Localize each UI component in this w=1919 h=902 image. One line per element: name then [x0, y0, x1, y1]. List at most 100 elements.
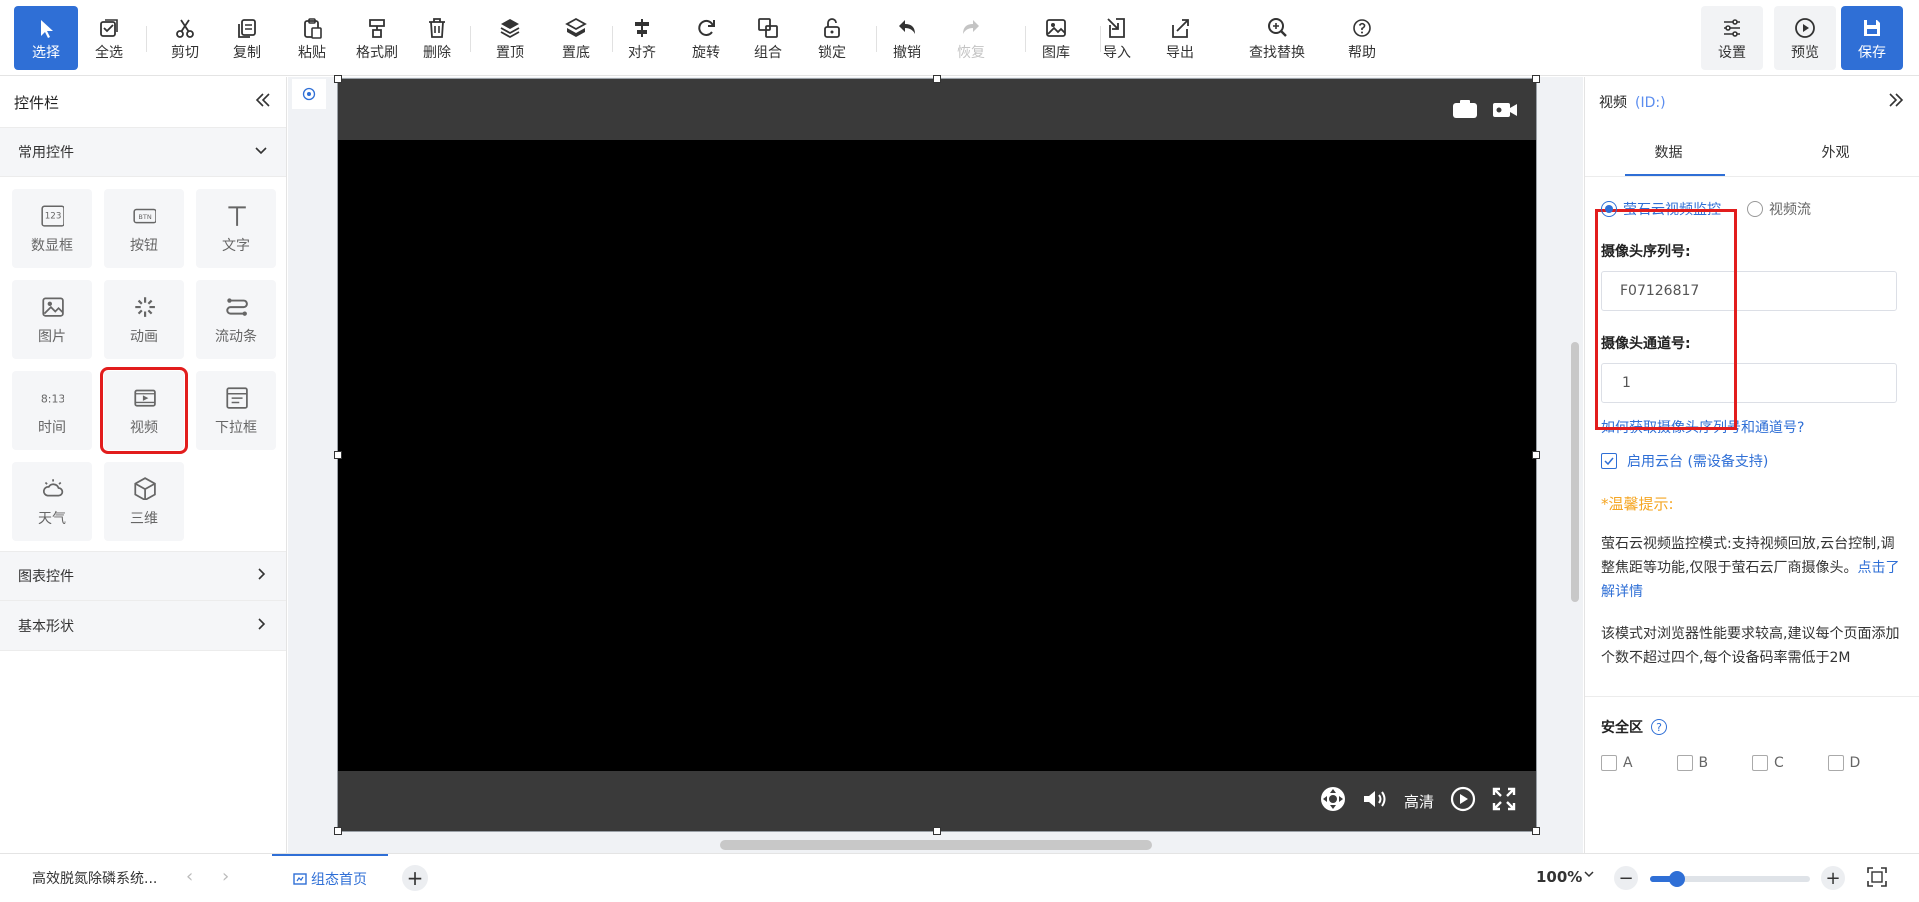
toolbar-undo-button[interactable]: 撤销: [876, 6, 938, 70]
toolbar-lock-button[interactable]: 锁定: [801, 6, 863, 70]
resize-handle-nw[interactable]: [334, 75, 342, 83]
widget-label: 时间: [38, 419, 66, 436]
select-all-icon: [100, 19, 118, 37]
find-replace-icon: [1268, 18, 1287, 37]
widget-button-widget[interactable]: BTN 按钮: [104, 189, 184, 268]
help-link[interactable]: 如何获取摄像头序列号和通道号?: [1601, 417, 1903, 437]
widget-label: 天气: [38, 510, 66, 527]
toolbar-label: 导出: [1166, 45, 1194, 61]
toolbar-delete-button[interactable]: 删除: [406, 6, 468, 70]
resize-handle-s[interactable]: [933, 827, 941, 835]
basic-shapes-section[interactable]: 基本形状: [0, 601, 286, 651]
toolbar-separator: [612, 26, 613, 52]
toolbar-select-button[interactable]: 选择: [14, 6, 78, 70]
toolbar-settings-button[interactable]: 设置: [1701, 6, 1763, 70]
resize-handle-w[interactable]: [334, 451, 342, 459]
enable-ptz-checkbox[interactable]: 启用云台 (需设备支持): [1601, 451, 1903, 471]
safe-zone-checkbox-c[interactable]: C: [1752, 755, 1828, 771]
question-icon[interactable]: ?: [1651, 719, 1667, 735]
toolbar-paste-button[interactable]: 粘贴: [281, 6, 343, 70]
widget-picture[interactable]: 图片: [12, 280, 92, 359]
tab-data[interactable]: 数据: [1585, 127, 1752, 176]
add-page-button[interactable]: +: [402, 865, 428, 891]
zoom-slider-thumb[interactable]: [1669, 871, 1686, 887]
radio-ezviz[interactable]: 萤石云视频监控: [1601, 199, 1721, 219]
widget-animation[interactable]: 动画: [104, 280, 184, 359]
chevron-right-icon: [254, 567, 268, 585]
widget-video[interactable]: 视频: [100, 367, 188, 454]
fullscreen-icon[interactable]: [1492, 787, 1516, 815]
zoom-out-button[interactable]: −: [1614, 866, 1638, 890]
toolbar-preview-button[interactable]: 预览: [1774, 6, 1836, 70]
zoom-slider[interactable]: [1650, 871, 1810, 887]
safe-zone-checkbox-d[interactable]: D: [1827, 755, 1904, 771]
locate-origin-button[interactable]: [292, 79, 326, 109]
horizontal-scrollbar[interactable]: [720, 840, 1152, 850]
widget-text[interactable]: 文字: [196, 189, 276, 268]
toolbar-select-all-button[interactable]: 全选: [78, 6, 140, 70]
resize-handle-n[interactable]: [933, 75, 941, 83]
toolbar-help-button[interactable]: 帮助: [1330, 6, 1394, 70]
collapse-right-icon[interactable]: [1887, 91, 1905, 113]
prev-page-arrow-icon[interactable]: ‹: [186, 866, 193, 887]
widget-label: 图片: [38, 328, 66, 345]
toolbar-export-button[interactable]: 导出: [1149, 6, 1211, 70]
video-widget[interactable]: 高清: [337, 78, 1537, 832]
toolbar-send-bottom-button[interactable]: 置底: [545, 6, 607, 70]
toolbar-label: 组合: [754, 45, 782, 61]
toolbar-copy-button[interactable]: 复制: [216, 6, 278, 70]
tab-appearance[interactable]: 外观: [1752, 127, 1919, 176]
safe-zone-checkbox-a[interactable]: A: [1601, 755, 1677, 771]
serial-number-input[interactable]: F07126817: [1601, 271, 1897, 311]
toolbar-label: 旋转: [692, 45, 720, 61]
page-tab-home[interactable]: 组态首页: [272, 854, 388, 902]
ptz-control-icon[interactable]: [1320, 786, 1346, 816]
quality-toggle[interactable]: 高清: [1404, 791, 1434, 812]
enable-ptz-label: 启用云台 (需设备支持): [1627, 454, 1769, 470]
widget-weather[interactable]: 天气: [12, 462, 92, 541]
resize-handle-e[interactable]: [1532, 451, 1540, 459]
toolbar-cut-button[interactable]: 剪切: [154, 6, 216, 70]
widget-number-display[interactable]: 123 数显框: [12, 189, 92, 268]
fit-screen-icon[interactable]: [1866, 866, 1890, 890]
camera-snapshot-icon[interactable]: [1452, 99, 1478, 123]
widget-time[interactable]: 8:13 时间: [12, 371, 92, 450]
widget-cube-3d[interactable]: 三维: [104, 462, 184, 541]
toolbar-gallery-button[interactable]: 图库: [1025, 6, 1087, 70]
resize-handle-ne[interactable]: [1532, 75, 1540, 83]
toolbar-format-painter-button[interactable]: 格式刷: [342, 6, 412, 70]
widget-dropdown[interactable]: 下拉框: [196, 371, 276, 450]
resize-handle-sw[interactable]: [334, 827, 342, 835]
safe-zone-option-label: B: [1698, 755, 1709, 771]
widget-flow-bar[interactable]: 流动条: [196, 280, 276, 359]
channel-number-input[interactable]: 1: [1601, 363, 1897, 403]
volume-icon[interactable]: [1362, 788, 1388, 814]
common-widgets-section[interactable]: 常用控件: [0, 127, 286, 177]
design-canvas[interactable]: 高清: [288, 75, 1583, 853]
toolbar-bring-top-button[interactable]: 置顶: [479, 6, 541, 70]
toolbar-align-button[interactable]: 对齐: [611, 6, 673, 70]
rotate-icon: [693, 15, 719, 41]
toolbar-save-button[interactable]: 保存: [1841, 6, 1903, 70]
resize-handle-se[interactable]: [1532, 827, 1540, 835]
redo-icon: [958, 15, 984, 41]
chart-widgets-section[interactable]: 图表控件: [0, 551, 286, 601]
vertical-scrollbar[interactable]: [1571, 342, 1579, 602]
toolbar-group-button[interactable]: 组合: [737, 6, 799, 70]
safe-zone-checkbox-b[interactable]: B: [1676, 755, 1753, 771]
playback-icon[interactable]: [1450, 786, 1476, 816]
next-page-arrow-icon[interactable]: ›: [222, 866, 229, 887]
record-video-icon[interactable]: [1492, 101, 1518, 123]
toolbar-label: 设置: [1718, 45, 1746, 61]
toolbar-import-button[interactable]: 导入: [1086, 6, 1148, 70]
toolbar-rotate-button[interactable]: 旋转: [675, 6, 737, 70]
toolbar-find-replace-button[interactable]: 查找替换: [1236, 6, 1318, 70]
zoom-in-button[interactable]: +: [1821, 866, 1845, 890]
toolbar-redo-button[interactable]: 恢复: [940, 6, 1002, 70]
zoom-level[interactable]: 100%: [1536, 868, 1582, 886]
lock-icon: [819, 15, 845, 41]
radio-video-stream[interactable]: 视频流: [1747, 199, 1811, 219]
zoom-dropdown-icon[interactable]: [1583, 868, 1595, 883]
widget-sidebar-header: 控件栏: [0, 77, 286, 127]
collapse-left-icon[interactable]: [254, 91, 272, 113]
